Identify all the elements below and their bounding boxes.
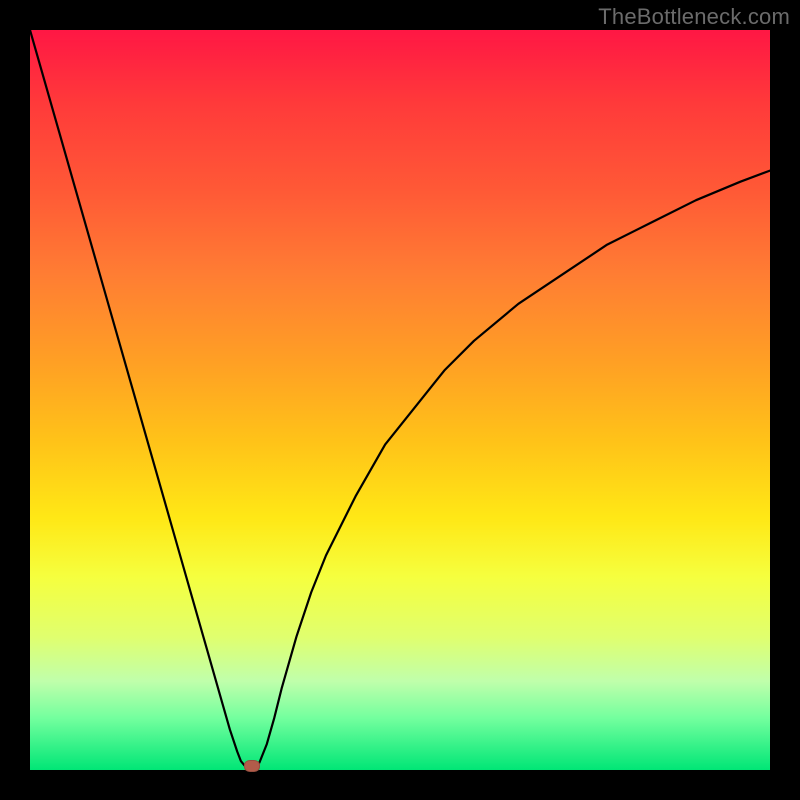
bottleneck-curve: [30, 30, 770, 770]
plot-area: [30, 30, 770, 770]
chart-frame: TheBottleneck.com: [0, 0, 800, 800]
attribution-text: TheBottleneck.com: [598, 4, 790, 30]
optimum-marker: [244, 760, 260, 772]
